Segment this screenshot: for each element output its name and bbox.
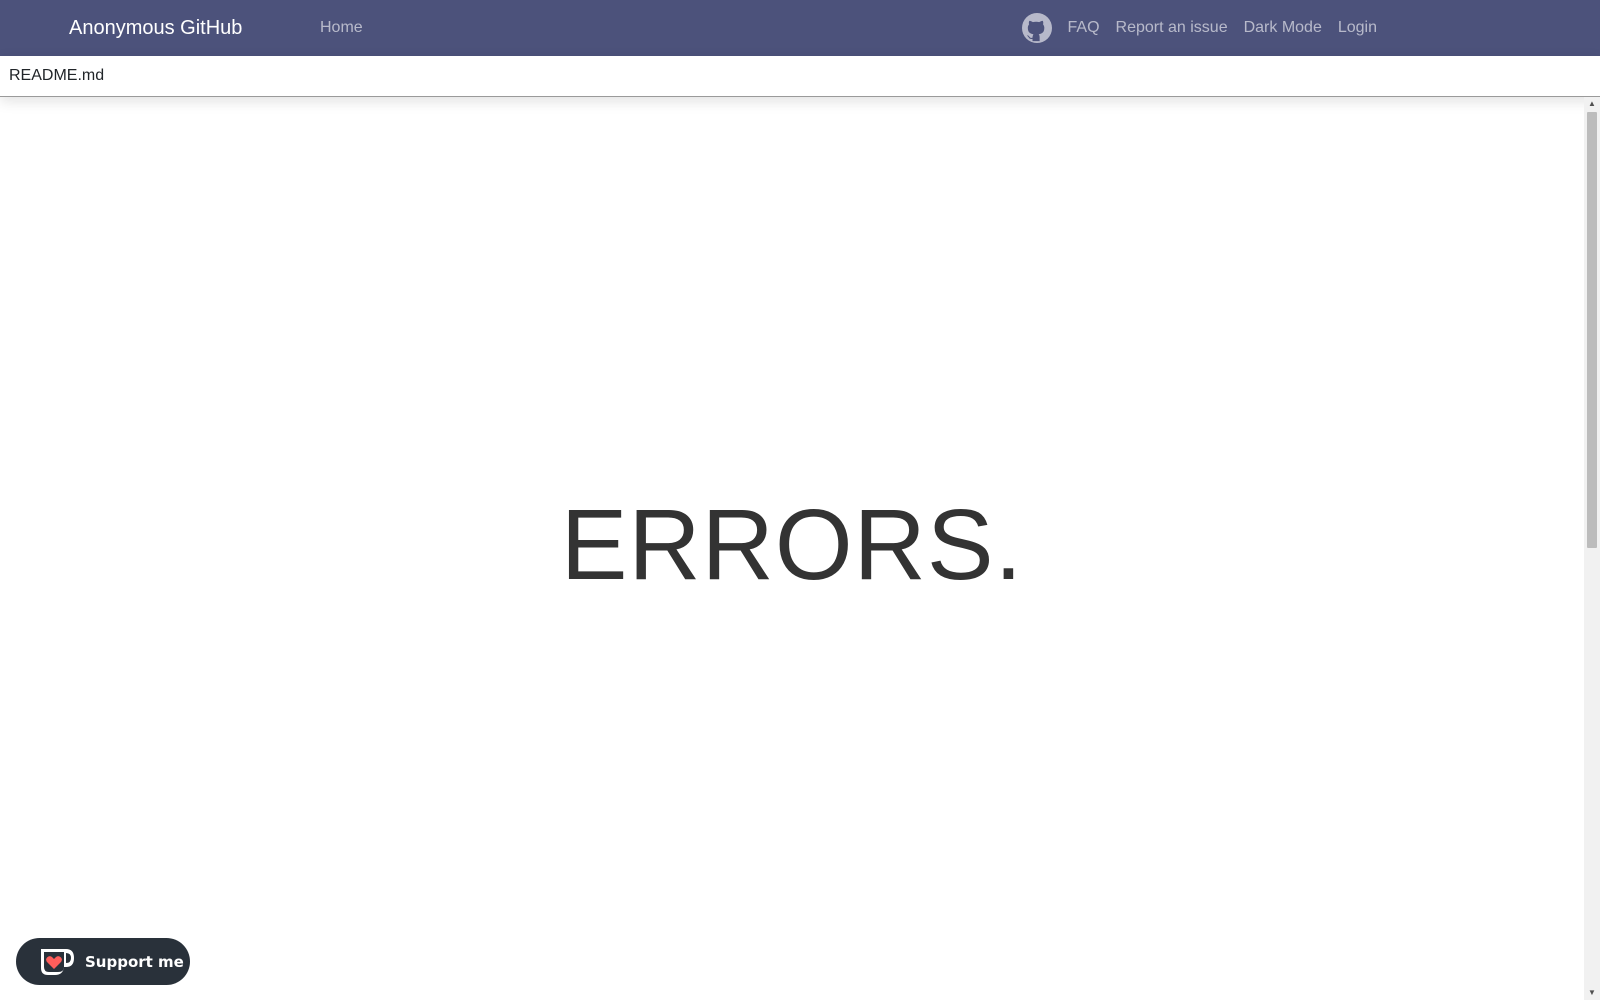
brand-link[interactable]: Anonymous GitHub [69, 0, 242, 56]
nav-dark-mode-toggle[interactable]: Dark Mode [1244, 19, 1322, 37]
nav-right-group: FAQ Report an issue Dark Mode Login [1021, 0, 1377, 56]
support-me-label: Support me [85, 952, 184, 971]
scroll-up-arrow-icon[interactable]: ▲ [1584, 97, 1600, 111]
nav-home-link[interactable]: Home [320, 0, 363, 56]
file-header-bar: README.md [0, 56, 1600, 97]
kofi-cup-icon [36, 945, 76, 979]
scrollbar-thumb[interactable] [1587, 112, 1597, 548]
vertical-scrollbar[interactable]: ▲ ▼ [1584, 97, 1600, 1000]
github-icon[interactable] [1021, 13, 1052, 43]
error-heading: ERRORS. [560, 489, 1024, 601]
nav-login-link[interactable]: Login [1338, 19, 1377, 37]
top-navbar: Anonymous GitHub Home FAQ Report an issu… [0, 0, 1600, 56]
nav-faq-link[interactable]: FAQ [1068, 19, 1100, 37]
file-name: README.md [9, 67, 105, 84]
file-content-area: ERRORS. [0, 97, 1584, 1000]
support-me-button[interactable]: Support me [16, 938, 190, 985]
nav-report-issue-link[interactable]: Report an issue [1116, 19, 1228, 37]
scroll-down-arrow-icon[interactable]: ▼ [1584, 986, 1600, 1000]
